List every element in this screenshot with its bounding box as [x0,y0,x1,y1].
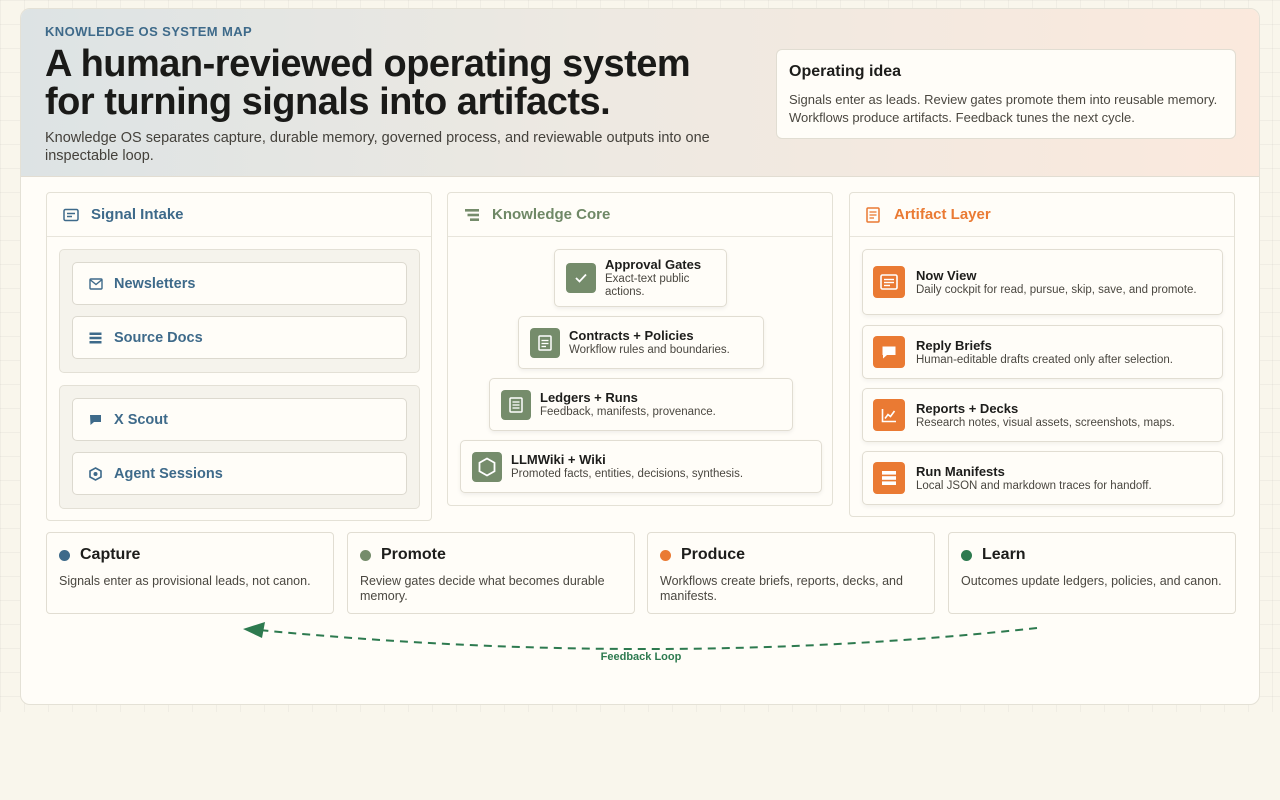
ledger-icon [501,389,531,420]
stage-dot [961,549,972,561]
artifact-item-run-manifests[interactable]: Run Manifests Local JSON and markdown tr… [862,451,1223,505]
speech-bubble-icon [873,336,905,368]
hexagon-icon [472,451,502,482]
stage-title: Capture [80,546,141,563]
stage-card-learn: Learn Outcomes update ledgers, policies,… [948,532,1236,614]
operating-idea-title: Operating idea [789,63,902,80]
artifact-item-now-view[interactable]: Now View Daily cockpit for read, pursue,… [862,249,1223,315]
core-item-title: Contracts + Policies [569,328,694,343]
inbox-icon [63,207,79,223]
intake-item-label: Source Docs [114,329,203,346]
dashboard-icon [873,266,905,298]
signal-intake-panel: Signal Intake Newsletters Source Docs X … [46,192,432,521]
operating-idea-callout: Operating idea Signals enter as leads. R… [776,49,1236,139]
mail-icon [89,277,103,291]
core-item-desc: Exact-text public actions. [605,273,690,298]
stage-card-produce: Produce Workflows create briefs, reports… [647,532,935,614]
stage-desc: Signals enter as provisional leads, not … [59,574,311,588]
artifact-layer-title: Artifact Layer [894,206,991,223]
list-icon [89,331,103,345]
core-item-title: Ledgers + Runs [540,390,638,405]
document-icon [530,327,560,358]
page-icon [866,206,882,223]
stage-title: Promote [381,546,446,563]
core-item-desc: Promoted facts, entities, decisions, syn… [511,468,744,480]
knowledge-core-panel: Knowledge Core Approval Gates Exact-text… [447,192,833,506]
page-background [0,712,1280,800]
intake-item-agent-sessions[interactable]: Agent Sessions [72,452,407,495]
chart-icon [873,399,905,431]
artifact-item-desc: Research notes, visual assets, screensho… [916,416,1175,429]
stage-dot [660,549,671,561]
stage-title: Produce [681,546,746,563]
layers-icon [464,207,480,223]
artifact-item-title: Now View [916,267,977,283]
stage-card-promote: Promote Review gates decide what becomes… [347,532,635,614]
knowledge-core-header: Knowledge Core [448,193,832,237]
core-item-ledgers-runs[interactable]: Ledgers + Runs Feedback, manifests, prov… [489,378,793,431]
stage-desc: Review gates decide what becomes durable… [360,574,605,603]
chat-icon [89,413,103,427]
stage-dot [360,549,371,561]
artifact-item-desc: Local JSON and markdown traces for hando… [916,479,1152,492]
core-item-contracts-policies[interactable]: Contracts + Policies Workflow rules and … [518,316,764,369]
core-item-approval-gates[interactable]: Approval Gates Exact-text public actions… [554,249,727,307]
intake-item-newsletters[interactable]: Newsletters [72,262,407,305]
artifact-item-title: Run Manifests [916,463,1005,479]
page-title: A human-reviewed operating system for tu… [45,43,691,123]
intake-item-label: Newsletters [114,275,196,292]
core-item-title: Approval Gates [605,257,702,272]
artifact-item-reply-briefs[interactable]: Reply Briefs Human-editable drafts creat… [862,325,1223,379]
eyebrow-label: KNOWLEDGE OS SYSTEM MAP [45,24,253,39]
artifact-item-desc: Daily cockpit for read, pursue, skip, sa… [916,283,1197,296]
stage-title: Learn [982,546,1026,563]
hero-header: KNOWLEDGE OS SYSTEM MAP A human-reviewed… [21,9,1259,177]
core-item-desc: Feedback, manifests, provenance. [540,406,716,418]
feedback-loop-label: Feedback Loop [600,651,682,663]
core-item-title: LLMWiki + Wiki [511,452,606,467]
intake-item-x-scout[interactable]: X Scout [72,398,407,441]
core-item-desc: Workflow rules and boundaries. [569,344,730,356]
intake-group-agents: X Scout Agent Sessions [59,385,420,509]
artifact-layer-panel: Artifact Layer Now View Daily cockpit fo… [849,192,1235,517]
feedback-loop-arrow [243,622,1038,650]
check-icon [566,263,596,293]
page-subtitle: Knowledge OS separates capture, durable … [45,130,710,164]
artifact-item-reports-decks[interactable]: Reports + Decks Research notes, visual a… [862,388,1223,442]
stage-desc: Workflows create briefs, reports, decks,… [660,574,903,603]
stage-dot [59,549,70,561]
artifact-item-title: Reports + Decks [916,400,1019,416]
signal-intake-header: Signal Intake [47,193,431,237]
artifact-item-title: Reply Briefs [916,337,992,353]
operating-idea-body: Signals enter as leads. Review gates pro… [789,92,1218,125]
intake-item-label: X Scout [114,411,168,428]
stage-card-capture: Capture Signals enter as provisional lea… [46,532,334,614]
core-item-llmwiki-wiki[interactable]: LLMWiki + Wiki Promoted facts, entities,… [460,440,822,493]
artifact-layer-header: Artifact Layer [850,193,1234,237]
stack-icon [873,462,905,494]
system-map-card: KNOWLEDGE OS SYSTEM MAP A human-reviewed… [20,8,1260,705]
knowledge-core-title: Knowledge Core [492,206,611,223]
artifact-item-desc: Human-editable drafts created only after… [916,353,1173,366]
intake-item-label: Agent Sessions [114,465,223,482]
stage-desc: Outcomes update ledgers, policies, and c… [961,574,1222,588]
intake-group-sources: Newsletters Source Docs [59,249,420,373]
signal-intake-title: Signal Intake [91,206,184,223]
intake-item-source-docs[interactable]: Source Docs [72,316,407,359]
hexagon-icon [89,466,103,481]
